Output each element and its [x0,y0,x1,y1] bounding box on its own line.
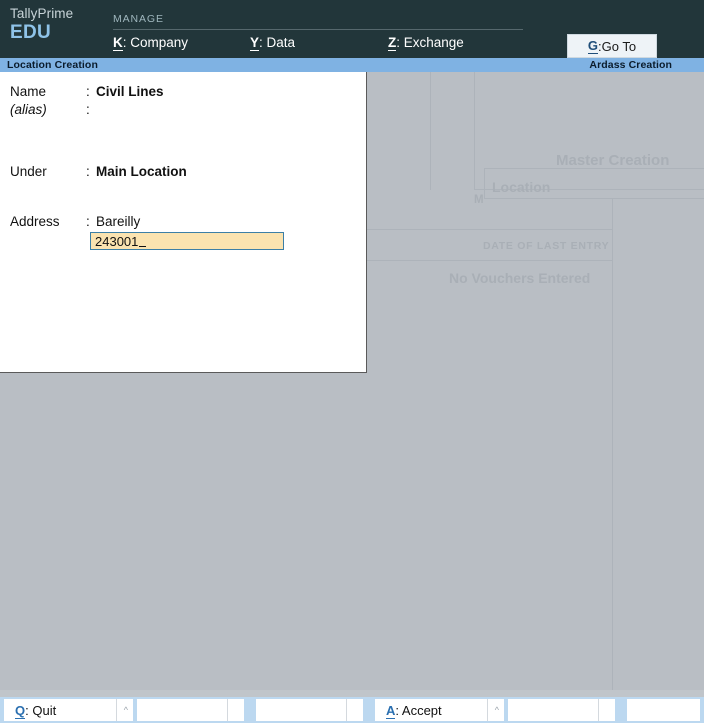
accept-label: Accept [401,702,442,718]
menu-sep-data: : [259,35,267,50]
menu-label-data: Data [266,35,296,50]
field-row-address: Address : Bareilly [0,214,366,234]
manage-section: MANAGE [113,13,523,30]
menu-item-company[interactable]: K: Company [113,35,189,51]
accept-hotkey: A [386,702,396,719]
menu-item-data[interactable]: Y: Data [250,35,296,51]
bottom-button-strip: Q: Quit ^ A: Accept ^ [0,697,704,723]
screen-title-left: Location Creation [7,59,98,71]
screen-title-bar: Location Creation Ardass Creation [0,58,704,72]
bottom-button-3-more[interactable] [347,699,363,721]
app-header: TallyPrime EDU MANAGE K: Company Y: Data… [0,0,704,58]
go-to-button[interactable]: G: Go To [567,34,657,58]
quit-hotkey: Q [15,702,26,719]
brand-edition: EDU [10,22,52,43]
bottom-button-3[interactable] [256,699,346,721]
go-to-hotkey: G [587,38,599,54]
address-line2-value: 243001 [95,233,139,249]
bottom-button-2-more[interactable] [228,699,244,721]
backdrop-line-v1 [430,72,431,190]
field-value-name[interactable]: Civil Lines [96,84,164,99]
bottom-button-2[interactable] [137,699,227,721]
go-to-label: Go To [601,38,637,54]
field-value-address-line1[interactable]: Bareilly [96,214,140,229]
text-cursor [139,235,147,247]
field-label-address: Address [10,214,60,229]
field-row-under: Under : Main Location [0,164,366,184]
menu-label-exchange: Exchange [403,35,464,50]
backdrop-line-v2 [474,72,475,190]
field-colon-under: : [86,164,90,179]
quit-button[interactable]: Q: Quit [4,699,116,721]
field-label-under: Under [10,164,47,179]
bottom-button-6[interactable] [627,699,700,721]
backdrop-no-vouchers: No Vouchers Entered [449,270,591,286]
backdrop-m-fragment: M [474,194,484,206]
screen-title-right: Ardass Creation [589,59,672,71]
backdrop-line-h3 [484,198,704,199]
backdrop-line-v4 [612,198,613,690]
accept-button[interactable]: A: Accept [375,699,487,721]
bottom-button-bar: Q: Quit ^ A: Accept ^ [0,690,704,723]
location-creation-panel: Name : Civil Lines (alias) : Under : Mai… [0,72,367,373]
menu-hotkey-company: K [113,35,123,51]
brand-logo: TallyPrime EDU [10,5,105,44]
field-row-name: Name : Civil Lines [0,84,366,104]
bottom-button-5[interactable] [508,699,598,721]
manage-divider [113,29,523,30]
backdrop-location-field: Location [492,179,551,195]
quit-label: Quit [32,702,57,718]
manage-section-label: MANAGE [113,13,164,25]
backdrop-master-creation-title: Master Creation [556,152,670,169]
field-label-name: Name [10,84,47,99]
brand-name: TallyPrime [10,6,74,21]
chevron-up-icon-1: ^ [123,705,128,715]
menu-item-exchange[interactable]: Z: Exchange [388,35,464,51]
chevron-up-icon-2: ^ [494,705,499,715]
accept-more-button[interactable]: ^ [488,699,504,721]
address-line2-input[interactable]: 243001 [90,232,284,250]
backdrop-date-of-last-entry: DATE OF LAST ENTRY [483,240,610,252]
menu-sep-exchange: : [396,35,404,50]
quit-more-button[interactable]: ^ [117,699,133,721]
field-colon-alias: : [86,102,90,117]
field-value-under[interactable]: Main Location [96,164,187,179]
backdrop-line-v3 [484,168,485,199]
menu-hotkey-exchange: Z [388,35,397,51]
field-colon-name: : [86,84,90,99]
menu-label-company: Company [130,35,189,50]
field-label-alias: (alias) [10,102,47,117]
field-colon-address: : [86,214,90,229]
bottom-button-5-more[interactable] [599,699,615,721]
field-row-alias: (alias) : [0,102,366,122]
menu-hotkey-data: Y [250,35,260,51]
header-menu: K: Company Y: Data Z: Exchange [113,35,543,57]
